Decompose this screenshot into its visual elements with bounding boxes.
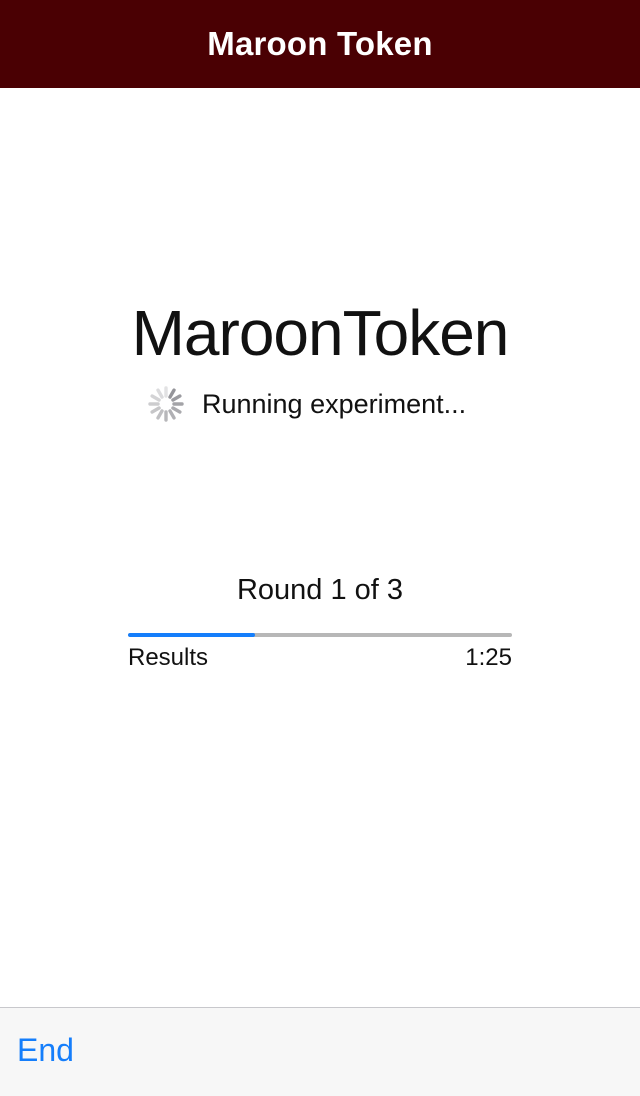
app-screen: Maroon Token MaroonToken Running experim… (0, 0, 640, 1096)
nav-title: Maroon Token (207, 25, 433, 62)
status-row: Running experiment... (146, 384, 466, 424)
round-progress-fill (128, 633, 255, 637)
app-name-heading: MaroonToken (131, 297, 510, 369)
round-progress-bar (128, 633, 512, 637)
round-label: Round 1 of 3 (236, 574, 404, 606)
status-text: Running experiment... (202, 388, 467, 419)
activity-spinner-icon (148, 386, 184, 422)
results-label: Results (128, 644, 209, 671)
navigation-bar: Maroon Token (0, 0, 640, 88)
bottom-toolbar: End (0, 1007, 640, 1096)
time-remaining: 1:25 (465, 644, 512, 671)
end-button[interactable]: End (17, 1032, 74, 1069)
